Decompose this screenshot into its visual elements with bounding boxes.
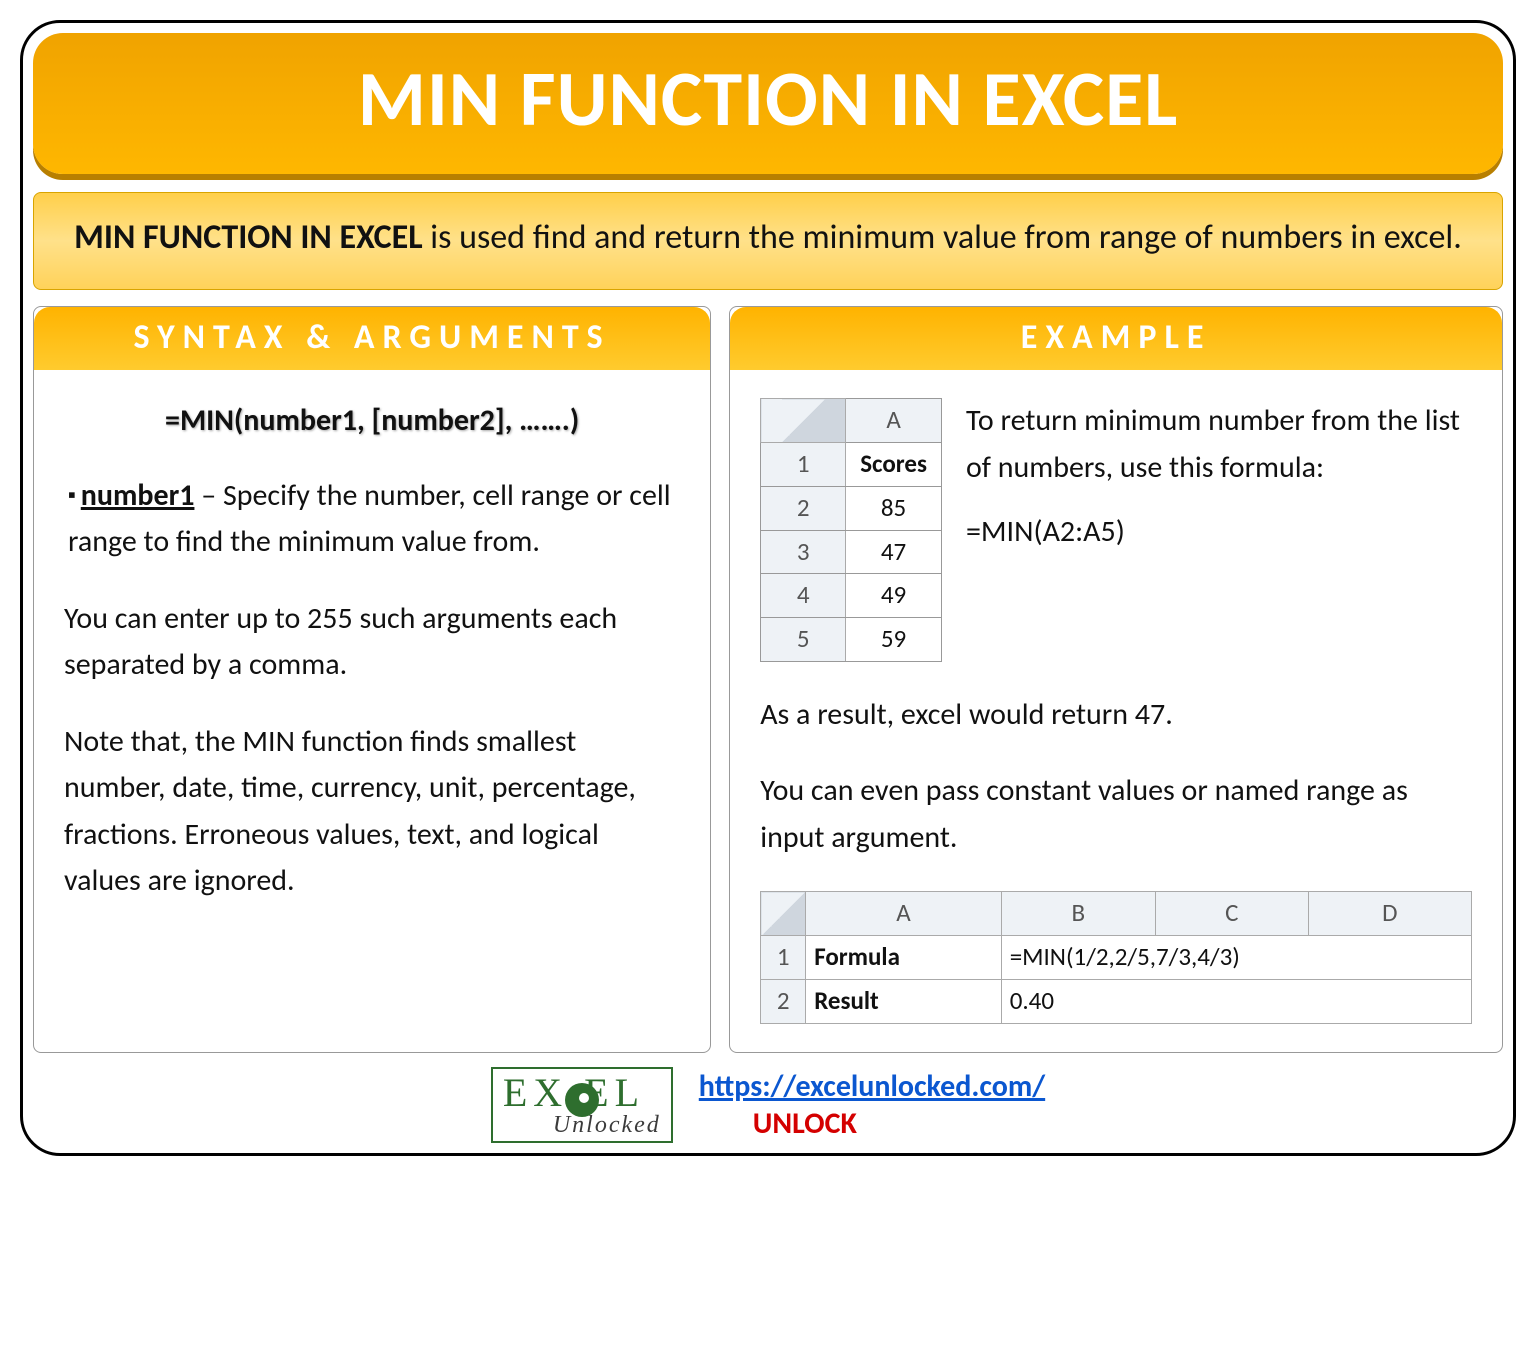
keyhole-icon: [565, 1083, 599, 1117]
argument-item: number1 – Specify the number, cell range…: [68, 473, 680, 566]
result-label: Result: [806, 979, 1002, 1023]
example-formula: =MIN(A2:A5): [966, 509, 1472, 556]
syntax-note-1: You can enter up to 255 such arguments e…: [64, 596, 680, 689]
col-header: B: [1001, 892, 1155, 936]
row-num: 4: [761, 574, 846, 618]
syntax-note-2: Note that, the MIN function finds smalle…: [64, 719, 680, 905]
table-corner: [761, 399, 846, 443]
page-title: MIN FUNCTION IN EXCEL: [33, 51, 1503, 146]
example-result-text: As a result, excel would return 47.: [760, 692, 1472, 739]
result-value: 0.40: [1001, 979, 1471, 1023]
title-bar: MIN FUNCTION IN EXCEL: [33, 33, 1503, 174]
row-num: 2: [761, 979, 806, 1023]
formula-value: =MIN(1/2,2/5,7/3,4/3): [1001, 936, 1471, 980]
example-note: You can even pass constant values or nam…: [760, 768, 1472, 861]
row-num: 1: [761, 443, 846, 487]
website-link[interactable]: https://excelunlocked.com/: [699, 1068, 1045, 1105]
score-cell: 59: [846, 618, 942, 662]
col-header: D: [1308, 892, 1471, 936]
row-num: 2: [761, 486, 846, 530]
example-card: EXAMPLE A 1 Scores 285 347 4: [729, 306, 1503, 1052]
score-cell: 85: [846, 486, 942, 530]
row-num: 1: [761, 936, 806, 980]
syntax-formula: =MIN(number1, [number2], …….): [64, 398, 680, 445]
example-desc: To return minimum number from the list o…: [966, 398, 1472, 491]
formula-label: Formula: [806, 936, 1002, 980]
infographic-container: MIN FUNCTION IN EXCEL MIN FUNCTION IN EX…: [20, 20, 1516, 1156]
row-num: 5: [761, 618, 846, 662]
scores-heading: Scores: [846, 443, 942, 487]
syntax-header: SYNTAX & ARGUMENTS: [34, 307, 710, 370]
row-num: 3: [761, 530, 846, 574]
score-cell: 47: [846, 530, 942, 574]
subtitle-text: is used find and return the minimum valu…: [423, 217, 1462, 258]
footer: EX EL Unlocked https://excelunlocked.com…: [33, 1067, 1503, 1143]
col-header-A: A: [846, 399, 942, 443]
example-header: EXAMPLE: [730, 307, 1502, 370]
syntax-card: SYNTAX & ARGUMENTS =MIN(number1, [number…: [33, 306, 711, 1052]
brand-logo: EX EL Unlocked: [491, 1067, 673, 1143]
unlock-text: UNLOCK: [753, 1105, 857, 1142]
scores-table: A 1 Scores 285 347 449 559: [760, 398, 942, 662]
brand-name-line2: Unlocked: [553, 1113, 661, 1137]
subtitle-bar: MIN FUNCTION IN EXCEL is used find and r…: [33, 192, 1503, 290]
subtitle-bold: MIN FUNCTION IN EXCEL: [74, 217, 422, 258]
table-corner: [761, 892, 806, 936]
argument-name: number1: [81, 477, 195, 514]
score-cell: 49: [846, 574, 942, 618]
col-header: A: [806, 892, 1002, 936]
col-header: C: [1155, 892, 1308, 936]
formula-result-table: A B C D 1 Formula =MIN(1/2,2/5,7/3,4/3) …: [760, 891, 1472, 1023]
